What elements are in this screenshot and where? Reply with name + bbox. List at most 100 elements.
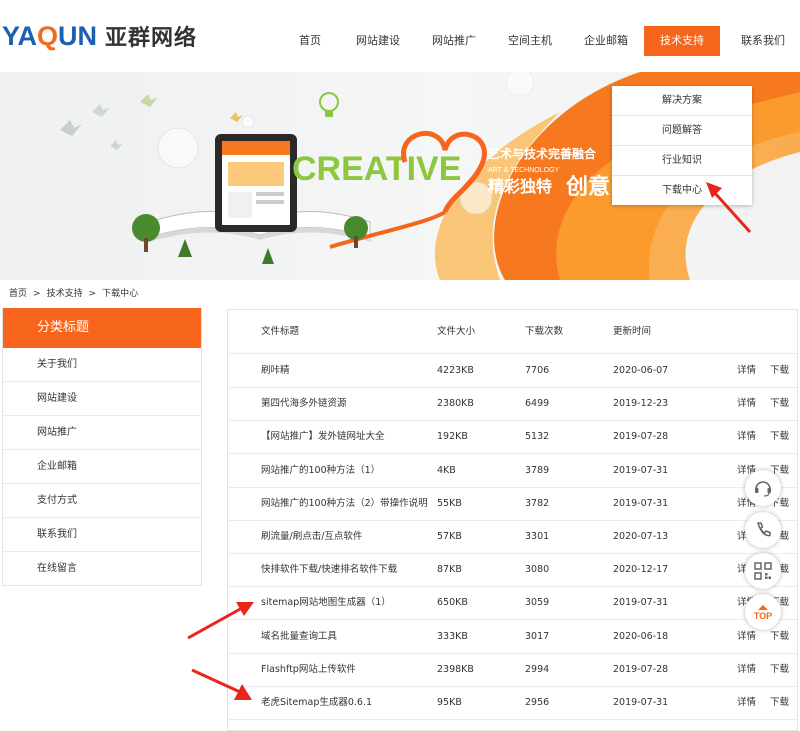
dropdown-item-faq[interactable]: 问题解答 (612, 116, 752, 146)
nav-tech-support[interactable]: 技术支持 (644, 26, 720, 56)
header-size: 文件大小 (437, 326, 476, 337)
cell-size: 2398KB (437, 663, 474, 675)
cell-date: 2020-12-17 (613, 564, 669, 576)
caret-up-icon (758, 604, 768, 610)
site-header: YAQUN 亚群网络 首页 网站建设 网站推广 空间主机 企业邮箱 技术支持 联… (0, 0, 800, 72)
banner-slogan-en: ART & TECHNOLOGY (488, 167, 560, 174)
table-row: 网站推广的100种方法（2）带操作说明 55KB 3782 2019-07-31 详情下… (228, 487, 797, 521)
sidebar-item-message[interactable]: 在线留言 (3, 552, 201, 585)
sidebar-item-website-promotion[interactable]: 网站推广 (3, 416, 201, 450)
download-link[interactable]: 下载 (770, 420, 789, 453)
banner-slogan-3: 创意 (565, 174, 610, 200)
nav-hosting[interactable]: 空间主机 (496, 26, 564, 56)
phone-icon (757, 522, 771, 537)
phone-button[interactable] (745, 512, 781, 548)
detail-link[interactable]: 详情 (737, 354, 756, 387)
download-link[interactable]: 下载 (770, 354, 789, 387)
cell-count: 3059 (525, 597, 550, 609)
sidebar-item-website-building[interactable]: 网站建设 (3, 382, 201, 416)
cell-size: 57KB (437, 531, 462, 542)
back-to-top-button[interactable]: TOP (745, 594, 781, 630)
sidebar-item-payment[interactable]: 支付方式 (3, 484, 201, 518)
breadcrumb-separator: > (88, 289, 97, 299)
download-link[interactable]: 下载 (770, 653, 789, 686)
table-row: 刷流量/刷点击/互点软件57KB33012020-07-13详情下载 (228, 520, 797, 554)
cell-date: 2019-07-31 (613, 464, 669, 476)
cell-title[interactable]: sitemap网站地图生成器（1） (261, 586, 391, 619)
banner-slogan-2: 精彩独特 (488, 177, 552, 196)
cell-size: 4223KB (437, 365, 474, 376)
qr-code-icon (754, 562, 772, 580)
cell-title[interactable]: Flashftp网站上传软件 (261, 653, 356, 686)
cell-title[interactable]: 刷咔精 (261, 354, 290, 387)
cell-date: 2019-07-31 (613, 497, 669, 509)
cell-size: 192KB (437, 431, 468, 443)
back-to-top-label: TOP (753, 610, 773, 621)
cell-title[interactable]: 【网站推广】发外链网址大全 (261, 420, 385, 453)
banner-slogan-1: 艺术与技术完善融合 (488, 146, 597, 161)
cell-date: 2019-07-28 (613, 431, 669, 443)
category-sidebar: 分类标题 关于我们 网站建设 网站推广 企业邮箱 支付方式 联系我们 在线留言 (2, 308, 202, 586)
nav-website-building[interactable]: 网站建设 (344, 26, 412, 56)
logo-text-en: YAQUN (2, 20, 98, 51)
breadcrumb-tech-support[interactable]: 技术支持 (47, 289, 83, 299)
cell-count: 2994 (525, 663, 550, 675)
detail-link[interactable]: 详情 (737, 686, 756, 719)
nav-enterprise-mail[interactable]: 企业邮箱 (572, 26, 640, 56)
tech-support-dropdown: 解决方案 问题解答 行业知识 下载中心 (612, 86, 752, 205)
header-count: 下载次数 (525, 326, 564, 337)
detail-link[interactable]: 详情 (737, 653, 756, 686)
cell-count: 6499 (525, 398, 550, 410)
nav-contact[interactable]: 联系我们 (728, 26, 798, 56)
cell-title[interactable]: 域名批量查询工具 (261, 620, 337, 653)
dropdown-item-download-center[interactable]: 下载中心 (612, 176, 752, 205)
customer-service-button[interactable] (745, 470, 781, 506)
table-row: 域名批量查询工具 333KB 3017 2020-06-18 详情 下载 (228, 620, 797, 654)
banner-creative-text: CREATIVE (292, 150, 461, 188)
header-date: 更新时间 (613, 326, 652, 337)
nav-home[interactable]: 首页 (282, 26, 338, 56)
cell-count: 5132 (525, 431, 550, 443)
cell-date: 2020-07-13 (613, 531, 669, 542)
sidebar-item-about[interactable]: 关于我们 (3, 348, 201, 382)
dropdown-item-solutions[interactable]: 解决方案 (612, 86, 752, 116)
cell-date: 2019-07-28 (613, 663, 669, 675)
cell-count: 3080 (525, 564, 550, 576)
nav-website-promotion[interactable]: 网站推广 (420, 26, 488, 56)
table-row: sitemap网站地图生成器（1）650KB30592019-07-31详情下载 (228, 586, 797, 621)
download-link[interactable]: 下载 (770, 387, 789, 420)
cell-title[interactable]: 老虎Sitemap生成器0.6.1 (261, 686, 372, 719)
qr-code-button[interactable] (745, 553, 781, 589)
breadcrumb-separator: > (33, 289, 41, 299)
logo[interactable]: YAQUN 亚群网络 (2, 20, 197, 52)
cell-date: 2019-12-23 (613, 398, 669, 410)
cell-count: 2956 (525, 697, 550, 708)
cell-size: 95KB (437, 697, 462, 708)
cell-title[interactable]: 网站推广的100种方法（2）带操作说明 (261, 487, 428, 520)
cell-count: 7706 (525, 365, 550, 376)
cell-title[interactable]: 快排软件下载/快速排名软件下载 (261, 553, 397, 586)
table-header: 文件标题 文件大小 下载次数 更新时间 (228, 310, 797, 354)
detail-link[interactable]: 详情 (737, 387, 756, 420)
table-row: 【网站推广】发外链网址大全 192KB 5132 2019-07-28 详情 下载 (228, 420, 797, 455)
cell-size: 2380KB (437, 398, 474, 410)
dropdown-item-industry-knowledge[interactable]: 行业知识 (612, 146, 752, 176)
headset-icon (755, 481, 771, 497)
sidebar-title: 分类标题 (3, 308, 201, 348)
sidebar-item-enterprise-mail[interactable]: 企业邮箱 (3, 450, 201, 484)
cell-size: 55KB (437, 497, 462, 509)
table-row: 第四代海多外链资源 2380KB 6499 2019-12-23 详情 下载 (228, 387, 797, 422)
download-link[interactable]: 下载 (770, 686, 789, 719)
breadcrumb-download-center[interactable]: 下载中心 (102, 289, 138, 299)
cell-title[interactable]: 刷流量/刷点击/互点软件 (261, 520, 362, 553)
detail-link[interactable]: 详情 (737, 420, 756, 453)
breadcrumb: 首页 > 技术支持 > 下载中心 (9, 286, 138, 299)
sidebar-item-contact[interactable]: 联系我们 (3, 518, 201, 552)
cell-title[interactable]: 第四代海多外链资源 (261, 387, 347, 420)
cell-count: 3017 (525, 630, 550, 642)
cell-count: 3789 (525, 464, 550, 476)
cell-title[interactable]: 网站推广的100种方法（1） (261, 454, 380, 487)
cell-date: 2019-07-31 (613, 597, 669, 609)
breadcrumb-home[interactable]: 首页 (9, 289, 27, 299)
logo-text-cn: 亚群网络 (105, 26, 198, 51)
